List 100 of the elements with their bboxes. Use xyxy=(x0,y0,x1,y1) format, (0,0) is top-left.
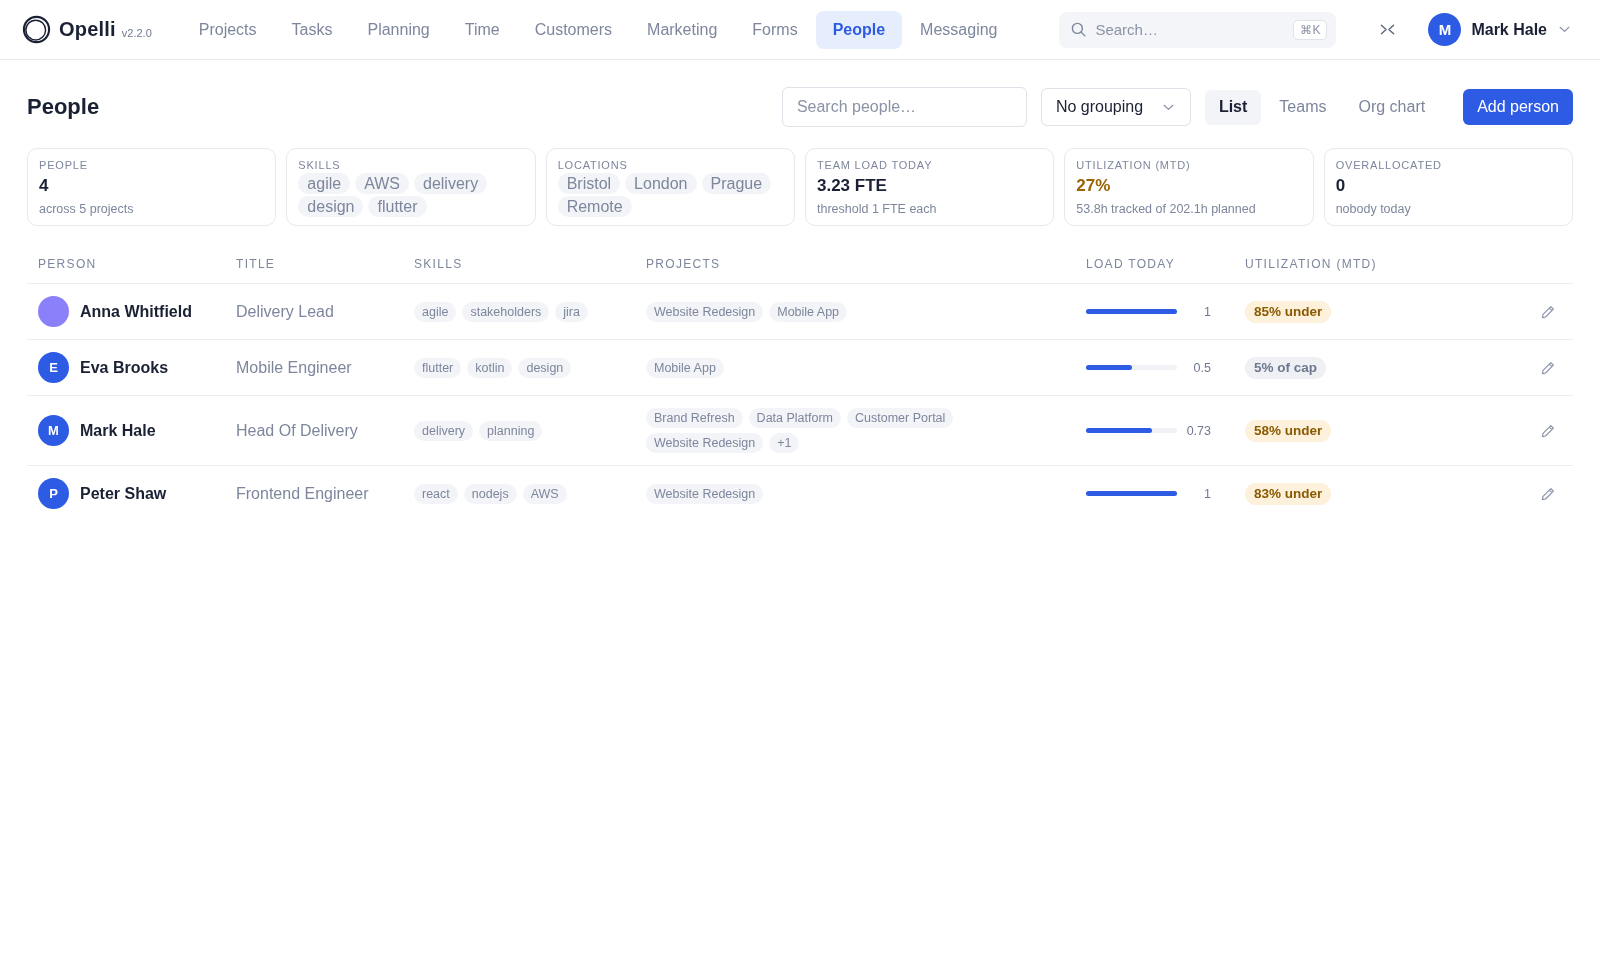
tag-chip: Prague xyxy=(701,173,772,194)
more-tag[interactable]: +1 xyxy=(769,433,800,453)
card-note: threshold 1 FTE each xyxy=(817,202,938,216)
view-tab[interactable]: Teams xyxy=(1265,89,1341,125)
project-tag: Mobile App xyxy=(646,357,724,378)
tag-chip: design xyxy=(298,196,364,217)
view-tab[interactable]: Org chart xyxy=(1344,89,1440,125)
skill-tag: stakeholders xyxy=(462,301,550,322)
card-label: TEAM LOAD TODAY xyxy=(817,159,934,171)
load-value: 1 xyxy=(1203,304,1211,319)
card-label: PEOPLE xyxy=(39,159,89,171)
chevron-down-icon[interactable] xyxy=(1559,26,1570,33)
skill-tag: flutter xyxy=(414,357,462,378)
nav-tab[interactable]: Messaging xyxy=(903,10,1015,49)
nav-tab[interactable]: Projects xyxy=(181,10,274,49)
tag-chip: delivery xyxy=(414,173,488,194)
search-icon xyxy=(1071,22,1087,37)
card-label: UTILIZATION (MTD) xyxy=(1076,159,1192,171)
tag-chip: AWS xyxy=(355,173,409,194)
nav-tab[interactable]: Time xyxy=(447,10,517,49)
edit-icon[interactable] xyxy=(1541,304,1555,319)
nav-tab[interactable]: Planning xyxy=(350,10,447,49)
tag-chip: agile xyxy=(298,173,351,194)
column-header: UTILIZATION (MTD) xyxy=(1245,256,1378,271)
project-tag: Customer Portal xyxy=(847,408,954,428)
avatar: M xyxy=(38,415,69,446)
job-title: Mobile Engineer xyxy=(236,358,353,377)
user-avatar[interactable]: M xyxy=(1428,13,1462,46)
skill-tag: design xyxy=(518,357,572,378)
logo-icon xyxy=(22,15,51,44)
view-tab[interactable]: List xyxy=(1204,89,1262,125)
nav-tab[interactable]: Customers xyxy=(517,10,630,49)
tag-chip: Bristol xyxy=(557,173,621,194)
chevrons-inward-icon[interactable] xyxy=(1380,24,1396,35)
grouping-select[interactable]: No grouping xyxy=(1040,88,1191,126)
utilization-badge: 83% under xyxy=(1245,482,1332,505)
project-tag: Brand Refresh xyxy=(646,408,743,428)
card-note: across 5 projects xyxy=(39,202,135,216)
card-label: SKILLS xyxy=(298,159,342,171)
card-value: 0 xyxy=(1335,176,1347,196)
project-tag: Website Redesign xyxy=(646,433,764,453)
chevron-down-icon xyxy=(1162,103,1174,111)
skill-tag: jira xyxy=(555,301,588,322)
project-tag: Data Platform xyxy=(748,408,842,428)
job-title: Frontend Engineer xyxy=(236,484,370,503)
app-name: Opelli xyxy=(59,18,116,41)
skill-tag: nodejs xyxy=(463,483,517,504)
nav-tab[interactable]: Tasks xyxy=(274,10,350,49)
card-value: 3.23 FTE xyxy=(817,176,888,196)
user-name[interactable]: Mark Hale xyxy=(1471,20,1547,39)
card-note: nobody today xyxy=(1335,202,1412,216)
column-header: LOAD TODAY xyxy=(1086,256,1177,271)
person-name: Eva Brooks xyxy=(80,358,169,377)
avatar: P xyxy=(38,478,69,509)
card-note: 53.8h tracked of 202.1h planned xyxy=(1076,202,1257,216)
job-title: Delivery Lead xyxy=(236,302,335,321)
edit-icon[interactable] xyxy=(1541,423,1555,438)
project-tag: Website Redesign xyxy=(646,483,764,504)
utilization-badge: 85% under xyxy=(1245,300,1332,323)
tag-chip: London xyxy=(625,173,697,194)
people-search-field[interactable]: Search people… xyxy=(781,87,1027,127)
nav-tab[interactable]: Marketing xyxy=(630,10,735,49)
tag-chip: Remote xyxy=(557,196,632,217)
add-person-button[interactable]: Add person xyxy=(1463,89,1573,125)
version-label: v2.2.0 xyxy=(121,27,152,39)
person-name: Anna Whitfield xyxy=(80,302,192,321)
card-value: 4 xyxy=(39,176,50,196)
utilization-badge: 58% under xyxy=(1245,419,1332,442)
column-header: PERSON xyxy=(38,256,98,271)
column-header: PROJECTS xyxy=(646,256,722,271)
person-name: Peter Shaw xyxy=(80,484,167,503)
load-value: 1 xyxy=(1203,486,1211,501)
tag-chip: flutter xyxy=(368,196,427,217)
avatar: E xyxy=(38,352,69,383)
load-value: 0.5 xyxy=(1192,360,1211,375)
search-bar[interactable]: Search… ⌘K xyxy=(1059,11,1337,48)
project-tag: Mobile App xyxy=(769,301,848,322)
edit-icon[interactable] xyxy=(1541,360,1555,375)
skill-tag: agile xyxy=(414,301,457,322)
utilization-badge: 5% of cap xyxy=(1245,356,1327,379)
skill-tag: react xyxy=(414,483,458,504)
load-value: 0.73 xyxy=(1185,423,1211,438)
card-label: OVERALLOCATED xyxy=(1335,159,1443,171)
skill-tag: AWS xyxy=(522,483,567,504)
page-title: People xyxy=(27,94,100,120)
column-header: SKILLS xyxy=(414,256,464,271)
column-header: TITLE xyxy=(236,256,277,271)
skill-tag: delivery xyxy=(414,420,474,441)
nav-tab[interactable]: People xyxy=(815,10,903,49)
project-tag: Website Redesign xyxy=(646,301,764,322)
card-label: LOCATIONS xyxy=(557,159,629,171)
nav-tab[interactable]: Forms xyxy=(735,10,815,49)
job-title: Head Of Delivery xyxy=(236,421,359,440)
person-name: Mark Hale xyxy=(80,421,156,440)
skill-tag: planning xyxy=(479,420,543,441)
card-value: 27% xyxy=(1076,176,1112,196)
skill-tag: kotlin xyxy=(467,357,513,378)
shortcut-hint: ⌘K xyxy=(1293,19,1328,40)
edit-icon[interactable] xyxy=(1541,486,1555,501)
search-field[interactable]: Search… xyxy=(1095,18,1285,41)
